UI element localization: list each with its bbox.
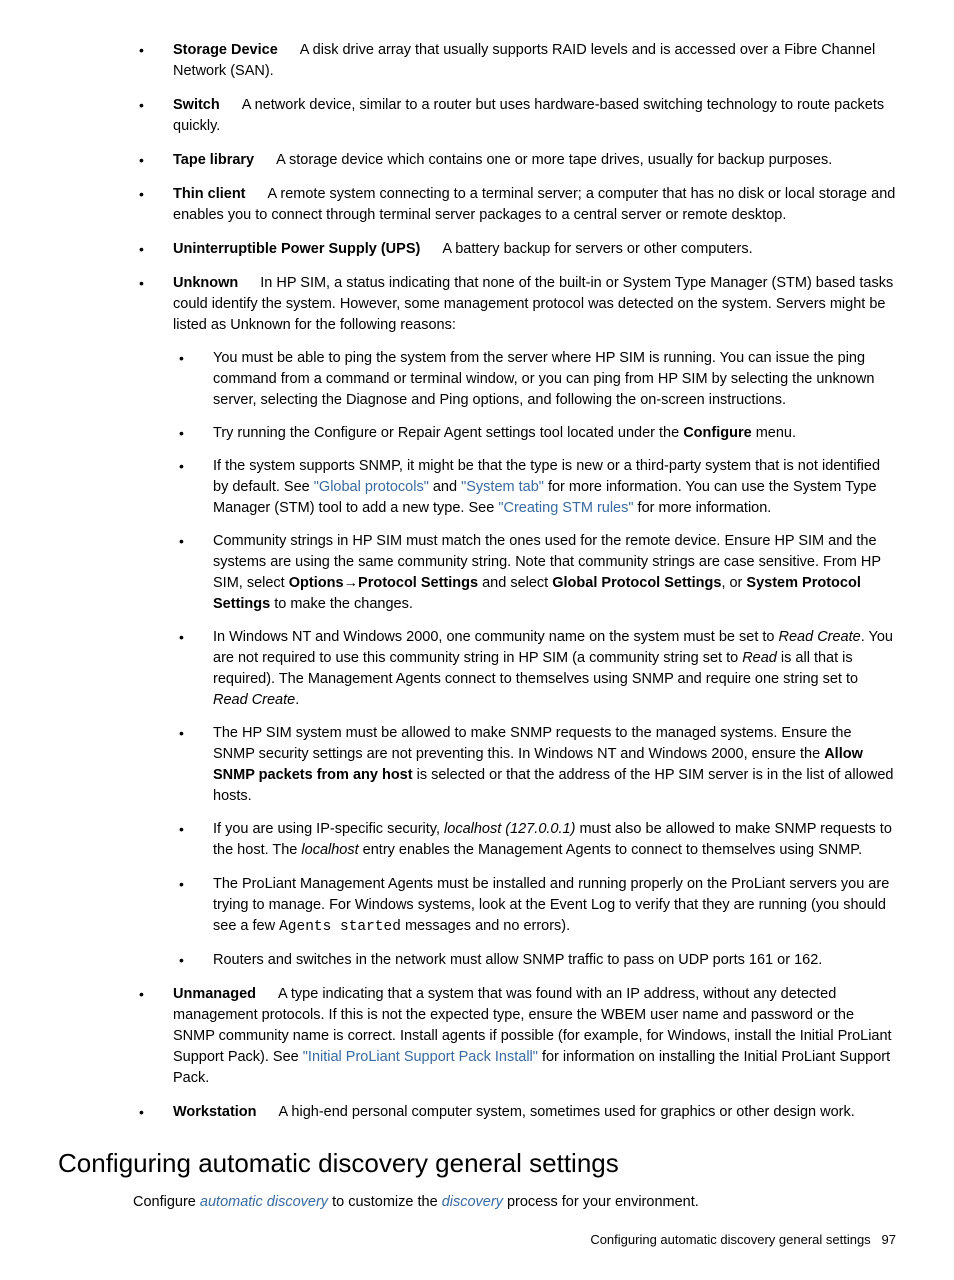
list-item: You must be able to ping the system from…	[173, 348, 896, 411]
text: .	[295, 692, 299, 708]
list-item: Uninterruptible Power Supply (UPS) A batt…	[133, 239, 896, 260]
menu-path: Protocol Settings	[358, 575, 478, 591]
arrow-icon: →	[344, 575, 359, 591]
text: Configure	[133, 1194, 200, 1210]
text: process for your environment.	[503, 1194, 699, 1210]
definition-text: A high-end personal computer system, som…	[279, 1104, 855, 1120]
list-item-unmanaged: UnmanagedA type indicating that a system…	[133, 984, 896, 1089]
text: If you are using IP-specific security,	[213, 821, 444, 837]
list-item-workstation: Workstation A high-end personal computer …	[133, 1102, 896, 1123]
page-footer: Configuring automatic discovery general …	[58, 1231, 896, 1250]
term: Unmanaged	[173, 986, 256, 1002]
link-creating-stm-rules[interactable]: "Creating STM rules"	[498, 500, 633, 516]
text: You must be able to ping the system from…	[213, 350, 874, 408]
list-item: In Windows NT and Windows 2000, one comm…	[173, 627, 896, 711]
text: , or	[721, 575, 746, 591]
term: Thin client	[173, 186, 246, 202]
text: The HP SIM system must be allowed to mak…	[213, 725, 852, 762]
text: menu.	[752, 425, 796, 441]
term: Tape library	[173, 152, 254, 168]
list-item: If you are using IP-specific security, l…	[173, 819, 896, 861]
definition-text: A battery backup for servers or other co…	[442, 241, 752, 257]
link-system-tab[interactable]: "System tab"	[461, 479, 544, 495]
text: In Windows NT and Windows 2000, one comm…	[213, 629, 779, 645]
definition-text: A network device, similar to a router bu…	[173, 97, 884, 134]
term: Storage Device	[173, 42, 278, 58]
list-item: If the system supports SNMP, it might be…	[173, 456, 896, 519]
list-item: Try running the Configure or Repair Agen…	[173, 423, 896, 444]
list-item: SwitchA network device, similar to a rou…	[133, 95, 896, 137]
term: Unknown	[173, 275, 238, 291]
text: Try running the Configure or Repair Agen…	[213, 425, 683, 441]
page-number: 97	[882, 1232, 896, 1247]
list-item-unknown: UnknownIn HP SIM, a status indicating th…	[133, 273, 896, 970]
value: Read	[742, 650, 777, 666]
menu-name: Configure	[683, 425, 751, 441]
link-automatic-discovery[interactable]: automatic discovery	[200, 1194, 328, 1210]
list-item: Storage DeviceA disk drive array that us…	[133, 40, 896, 82]
definitions-list: Storage DeviceA disk drive array that us…	[133, 40, 896, 1123]
list-item: The HP SIM system must be allowed to mak…	[173, 723, 896, 807]
text: and select	[478, 575, 552, 591]
text: entry enables the Management Agents to c…	[359, 842, 863, 858]
setting-name: Global Protocol Settings	[552, 575, 721, 591]
text: to make the changes.	[270, 596, 413, 612]
list-item: The ProLiant Management Agents must be i…	[173, 874, 896, 938]
value: Read Create	[779, 629, 861, 645]
term: Workstation	[173, 1104, 257, 1120]
definition-text: A remote system connecting to a terminal…	[173, 186, 895, 223]
section-heading: Configuring automatic discovery general …	[58, 1145, 896, 1183]
list-item: Thin clientA remote system connecting to…	[133, 184, 896, 226]
reasons-list: You must be able to ping the system from…	[173, 348, 896, 970]
link-discovery[interactable]: discovery	[442, 1194, 503, 1210]
text: and	[429, 479, 461, 495]
list-item: Tape library A storage device which conta…	[133, 150, 896, 171]
definition-text: A storage device which contains one or m…	[276, 152, 832, 168]
section-paragraph: Configure automatic discovery to customi…	[133, 1192, 896, 1213]
text: messages and no errors).	[401, 918, 570, 934]
value: localhost (127.0.0.1)	[444, 821, 575, 837]
text: to customize the	[328, 1194, 442, 1210]
link-global-protocols[interactable]: "Global protocols"	[314, 479, 429, 495]
link-initial-proliant-support-pack[interactable]: "Initial ProLiant Support Pack Install"	[303, 1049, 538, 1065]
menu-path: Options	[289, 575, 344, 591]
footer-title: Configuring automatic discovery general …	[590, 1232, 870, 1247]
list-item: Routers and switches in the network must…	[173, 950, 896, 971]
code-text: Agents started	[279, 919, 401, 935]
definition-text: In HP SIM, a status indicating that none…	[173, 275, 893, 333]
value: Read Create	[213, 692, 295, 708]
text: Routers and switches in the network must…	[213, 952, 822, 968]
list-item: Community strings in HP SIM must match t…	[173, 531, 896, 615]
term: Uninterruptible Power Supply (UPS)	[173, 241, 420, 257]
text: for more information.	[634, 500, 772, 516]
definition-text: A disk drive array that usually supports…	[173, 42, 875, 79]
value: localhost	[301, 842, 358, 858]
term: Switch	[173, 97, 220, 113]
